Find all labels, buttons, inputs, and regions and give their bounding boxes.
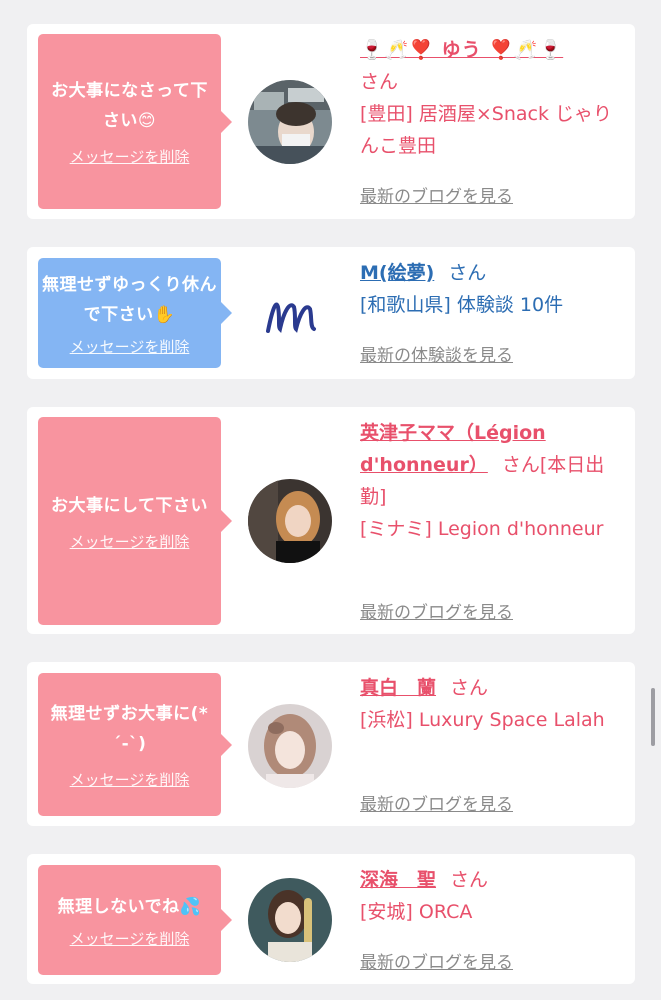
delete-message-link[interactable]: メッセージを削除	[70, 531, 190, 552]
message-card: お大事にして下さい メッセージを削除 英津子ママ（Légion d'honneu…	[27, 407, 635, 634]
user-photo-icon	[248, 80, 332, 164]
user-info: M(絵夢) さん [和歌山県] 体験談 10件	[360, 257, 622, 321]
delete-message-link[interactable]: メッセージを削除	[70, 336, 190, 357]
scrollbar[interactable]	[651, 688, 655, 746]
message-text: 無理せずお大事に(*´-`)	[50, 704, 209, 754]
user-photo-icon	[248, 878, 332, 962]
m-logo-icon	[248, 271, 332, 355]
avatar[interactable]	[248, 704, 332, 788]
user-name-link[interactable]: 🍷🥂❣️ ゆう ❣️🥂🍷	[360, 39, 563, 61]
message-card: 無理せずゆっくり休んで下さい✋ メッセージを削除 M(絵夢) さん [和歌山県] …	[27, 247, 635, 379]
user-info: 深海 聖さん [安城] ORCA	[360, 864, 622, 928]
latest-review-link[interactable]: 最新の体験談を見る	[360, 341, 513, 366]
user-info: 真白 蘭さん [浜松] Luxury Space Lalah	[360, 672, 622, 736]
user-name-link[interactable]: 真白 蘭	[360, 677, 436, 699]
shop-info: [安城] ORCA	[360, 901, 473, 923]
user-info: 🍷🥂❣️ ゆう ❣️🥂🍷 さん [豊田] 居酒屋×Snack じゃりんこ豊田	[360, 34, 622, 162]
user-photo-icon	[248, 704, 332, 788]
message-card: お大事になさって下さい😊 メッセージを削除 🍷🥂❣️ ゆう ❣️🥂🍷 さん [豊…	[27, 24, 635, 219]
message-bubble: 無理せずお大事に(*´-`) メッセージを削除	[38, 673, 232, 816]
avatar[interactable]	[248, 479, 332, 563]
message-card: 無理しないでね💦 メッセージを削除 深海 聖さん [安城] ORCA 最新のブロ…	[27, 854, 635, 984]
delete-message-link[interactable]: メッセージを削除	[70, 146, 190, 167]
latest-blog-link[interactable]: 最新のブログを見る	[360, 948, 513, 973]
avatar[interactable]	[248, 271, 332, 355]
latest-blog-link[interactable]: 最新のブログを見る	[360, 790, 513, 815]
user-name-link[interactable]: M(絵夢)	[360, 262, 434, 284]
message-bubble: 無理せずゆっくり休んで下さい✋ メッセージを削除	[38, 258, 232, 368]
avatar[interactable]	[248, 80, 332, 164]
message-text: 無理しないでね💦	[57, 896, 202, 917]
shop-info: [豊田] 居酒屋×Snack じゃりんこ豊田	[360, 103, 613, 157]
shop-info: [和歌山県] 体験談 10件	[360, 294, 564, 316]
message-bubble: お大事にして下さい メッセージを削除	[38, 417, 232, 625]
san-suffix: さん	[450, 869, 489, 891]
san-suffix: さん	[448, 262, 487, 284]
avatar[interactable]	[248, 878, 332, 962]
message-text: お大事にして下さい	[51, 495, 208, 516]
message-text: お大事になさって下さい😊	[51, 81, 208, 131]
user-photo-icon	[248, 479, 332, 563]
shop-info: [浜松] Luxury Space Lalah	[360, 709, 605, 731]
shop-info: [ミナミ] Legion d'honneur	[360, 518, 604, 540]
message-text: 無理せずゆっくり休んで下さい✋	[42, 274, 217, 325]
latest-blog-link[interactable]: 最新のブログを見る	[360, 182, 513, 207]
delete-message-link[interactable]: メッセージを削除	[70, 769, 190, 790]
san-suffix: さん	[450, 677, 489, 699]
latest-blog-link[interactable]: 最新のブログを見る	[360, 598, 513, 623]
message-card: 無理せずお大事に(*´-`) メッセージを削除 真白 蘭さん [浜松] Luxu…	[27, 662, 635, 826]
user-name-link[interactable]: 深海 聖	[360, 869, 436, 891]
user-info: 英津子ママ（Légion d'honneur） さん[本日出勤] [ミナミ] Le…	[360, 417, 622, 545]
san-suffix: さん	[360, 71, 399, 93]
message-bubble: 無理しないでね💦 メッセージを削除	[38, 865, 232, 975]
delete-message-link[interactable]: メッセージを削除	[70, 928, 190, 949]
message-bubble: お大事になさって下さい😊 メッセージを削除	[38, 34, 232, 209]
